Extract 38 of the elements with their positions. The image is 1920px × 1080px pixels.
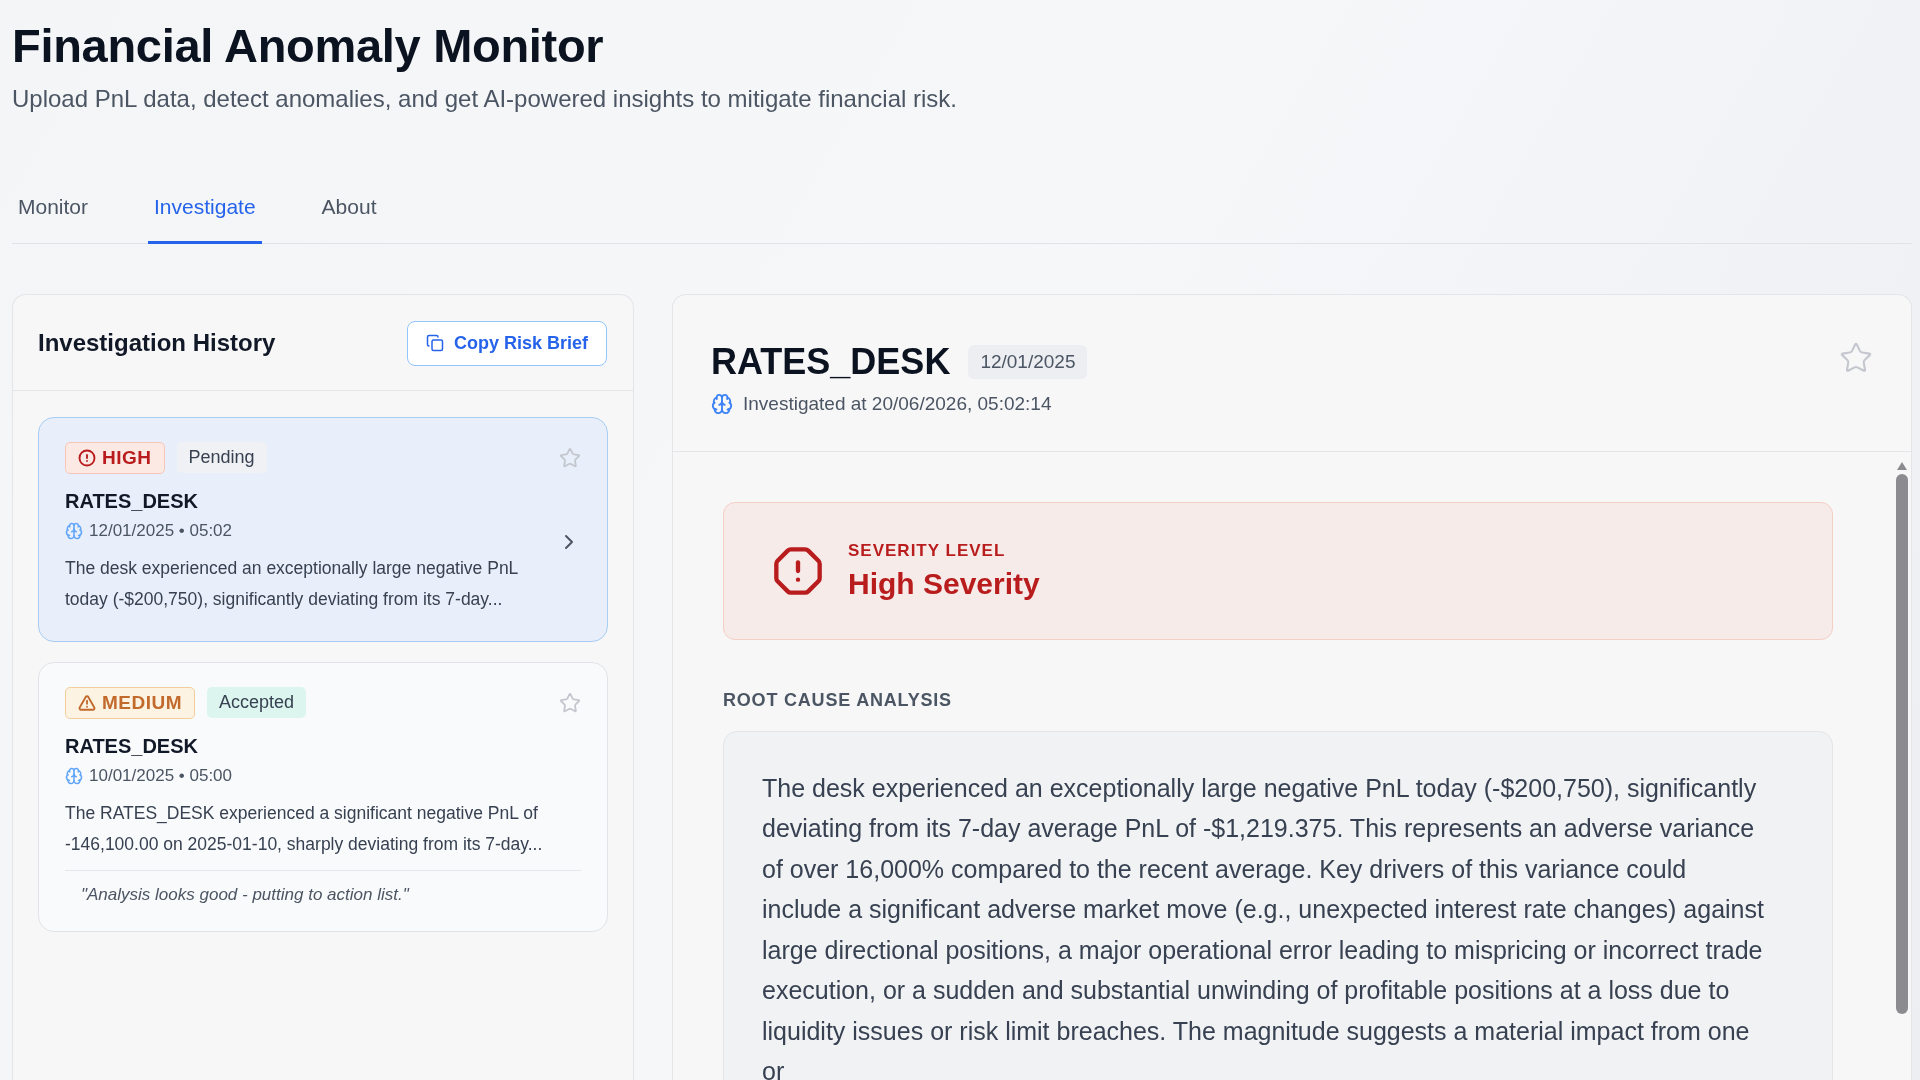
scroll-up-arrow-icon[interactable] (1897, 461, 1907, 470)
warning-icon (78, 693, 96, 712)
review-note: "Analysis looks good - putting to action list." (65, 869, 581, 905)
summary-text: The RATES_DESK experienced a significant negative PnL of -146,100.00 on 2025-01-10, sharply deviating from its 7-day... (65, 801, 544, 856)
star-button[interactable] (1839, 340, 1873, 375)
summary-text: The desk experienced an exceptionally large negative PnL today (-$200,750), significantly deviating from its 7-day... (65, 556, 519, 611)
section-heading: ROOT CAUSE ANALYSIS (723, 689, 953, 711)
timestamp: 10/01/2025 • 05:00 (89, 765, 233, 786)
alert-icon (78, 448, 96, 467)
app-title: Financial Anomaly Monitor (12, 18, 605, 73)
star-button[interactable] (559, 691, 581, 714)
tab[interactable]: Investigate (148, 185, 262, 244)
tab[interactable]: About (315, 185, 383, 244)
date-tag: 12/01/2025 (968, 344, 1088, 379)
analysis-text: The desk experienced an exceptionally large negative PnL today (-$200,750), significantly deviating from its 7-day average PnL of -$1,219.375. This represents an adverse variance of over 16,000% compared to the recent average. Key drivers of this variance could include a significant adverse market move (e.g., unexpected interest rate changes) against large directional positions, a major operational error leading to mispricing or incorrect trade execution, or a sudden and substantial unwinding of profitable positions at a loss due to liquidity issues or risk limit breaches. The magnitude suggests a material impact from one or (762, 772, 1765, 1080)
star-button[interactable] (559, 446, 581, 469)
brain-icon (65, 521, 83, 540)
severity-badge: MEDIUM (65, 686, 196, 719)
status-badge: Accepted (207, 687, 307, 718)
panel-title: Investigation History (38, 329, 276, 357)
timestamp: 12/01/2025 • 05:02 (89, 520, 233, 541)
investigation-card[interactable] (38, 661, 608, 932)
severity-caption: SEVERITY LEVEL (848, 540, 1007, 561)
desk-name: RATES_DESK (65, 734, 199, 758)
investigation-card[interactable]: HIGH Pending RATES_DESK 12/01/2025 • 05:02 The desk experienced an exceptionally large negative PnL today (-$200,750), significantly deviating from its 7-day... (38, 416, 608, 642)
severity-level: High Severity (848, 566, 1040, 601)
tab[interactable]: Monitor (12, 185, 95, 244)
copy-icon (425, 334, 444, 352)
brain-icon (65, 766, 83, 785)
desk-name: RATES_DESK (65, 489, 199, 513)
copy-risk-brief-button[interactable]: Copy Risk Brief (406, 320, 607, 366)
app-subtitle: Upload PnL data, detect anomalies, and get AI-powered insights to mitigate financial risk. (12, 85, 958, 113)
investigated-time: Investigated at 20/06/2026, 05:02:14 (743, 392, 1052, 415)
alert-octagon-icon (772, 544, 824, 597)
status-badge: Pending (176, 442, 267, 473)
severity-badge: HIGH (65, 441, 165, 474)
desk-title: RATES_DESK (711, 340, 951, 383)
brain-icon (711, 392, 733, 415)
